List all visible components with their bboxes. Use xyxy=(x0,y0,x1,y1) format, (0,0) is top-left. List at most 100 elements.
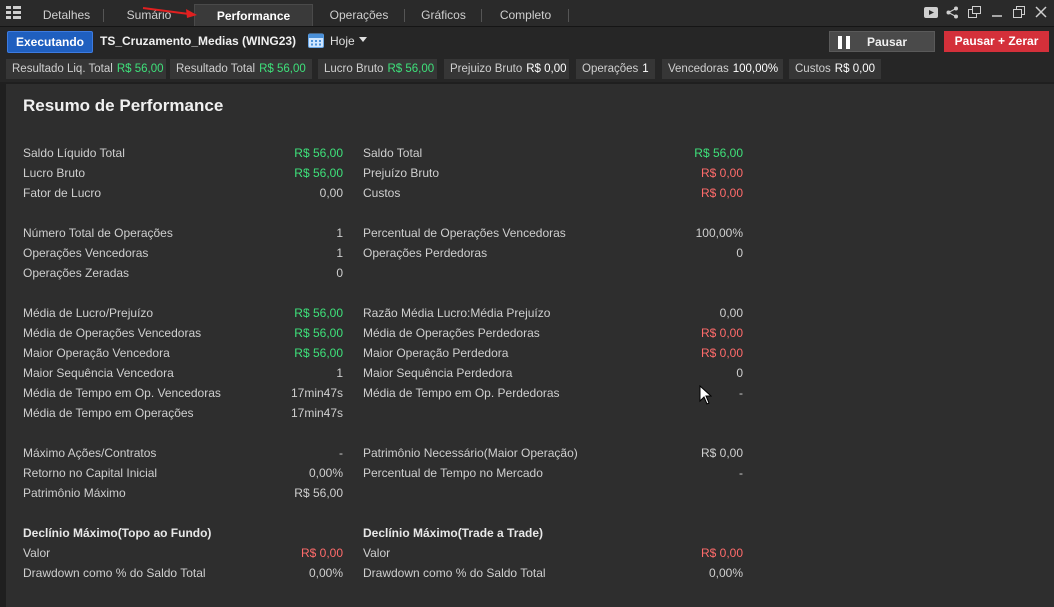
summary-label-right: Média de Operações Perdedoras xyxy=(363,326,540,340)
tab-graficos[interactable]: Gráficos xyxy=(405,4,482,26)
tab-completo[interactable]: Completo xyxy=(482,4,569,26)
stat-resultado-total: Resultado Total R$ 56,00 xyxy=(170,59,312,79)
summary-label-left: Número Total de Operações xyxy=(23,226,173,240)
summary-value-left: 1 xyxy=(336,366,343,380)
summary-label-right: Razão Média Lucro:Média Prejuízo xyxy=(363,306,551,320)
summary-row: Maior Operação Vencedora R$ 56,00 Maior Op… xyxy=(0,346,1054,362)
calendar-icon[interactable] xyxy=(308,32,324,48)
stat-label: Operações xyxy=(582,63,639,75)
tab-performance[interactable]: Performance xyxy=(194,4,313,26)
summary-label-left: Lucro Bruto xyxy=(23,166,86,180)
summary-value-left: R$ 56,00 xyxy=(294,486,343,500)
summary-value-left: 1 xyxy=(336,226,343,240)
summary-row: Saldo Líquido Total R$ 56,00 Saldo Total R$… xyxy=(0,146,1054,162)
summary-value-left: R$ 56,00 xyxy=(294,146,343,160)
summary-value-right: - xyxy=(739,466,743,480)
status-button[interactable]: Executando xyxy=(7,31,93,53)
youtube-icon[interactable] xyxy=(923,5,938,19)
tab-operacoes[interactable]: Operações xyxy=(313,4,405,26)
popout-icon[interactable] xyxy=(967,5,982,19)
tab-label: Detalhes xyxy=(42,8,91,22)
stat-label: Resultado Total xyxy=(176,63,256,75)
strategy-name: TS_Cruzamento_Medias (WING23) xyxy=(100,34,297,48)
summary-label-left: Fator de Lucro xyxy=(23,186,102,200)
stat-value: R$ 0,00 xyxy=(526,63,567,75)
stat-prejuizo-bruto: Prejuizo Bruto R$ 0,00 xyxy=(444,59,569,79)
summary-row: Fator de Lucro 0,00 Custos R$ 0,00 xyxy=(0,186,1054,202)
stat-value: R$ 56,00 xyxy=(259,63,306,75)
summary-label-right: Maior Sequência Perdedora xyxy=(363,366,513,380)
restore-icon[interactable] xyxy=(1011,5,1026,19)
stat-resultado-liq-total: Resultado Liq. Total R$ 56,00 xyxy=(6,59,166,79)
summary-value-left: 17min47s xyxy=(290,406,343,420)
stat-label: Lucro Bruto xyxy=(324,63,384,75)
summary-value-right: - xyxy=(739,386,743,400)
summary-value-left: 17min47s xyxy=(290,386,343,400)
stat-label: Resultado Liq. Total xyxy=(12,63,113,75)
summary-value-left: R$ 0,00 xyxy=(300,546,343,560)
tabs: Detalhes Sumário Performance Operações G… xyxy=(29,4,569,26)
minimize-icon[interactable] xyxy=(989,5,1004,19)
summary-row: Operações Zeradas 0 xyxy=(0,266,1054,282)
summary-value-right: 0 xyxy=(736,366,743,380)
date-selector[interactable]: Hoje xyxy=(330,34,355,48)
summary-label-right: Prejuízo Bruto xyxy=(363,166,440,180)
summary-label-left: Declínio Máximo(Topo ao Fundo) xyxy=(23,526,212,540)
summary-label-right: Maior Operação Perdedora xyxy=(363,346,509,360)
summary-row: Lucro Bruto R$ 56,00 Prejuízo Bruto R$ 0,00 xyxy=(0,166,1054,182)
chevron-down-icon[interactable] xyxy=(359,37,367,42)
menu-icon[interactable] xyxy=(6,6,21,20)
stat-value: R$ 56,00 xyxy=(387,63,435,75)
summary-label-left: Maior Sequência Vencedora xyxy=(23,366,174,380)
page-title: Resumo de Performance xyxy=(23,96,224,115)
summary-value-left: 0 xyxy=(336,266,343,280)
summary-value-right: 100,00% xyxy=(695,226,743,240)
pause-zero-button[interactable]: Pausar + Zerar xyxy=(944,31,1049,52)
close-icon[interactable] xyxy=(1033,5,1048,19)
summary-value-left: 0,00% xyxy=(308,566,343,580)
tab-label: Performance xyxy=(216,9,291,23)
summary-label-right: Valor xyxy=(363,546,391,560)
summary-row: Média de Lucro/Prejuízo R$ 56,00 Razão Méd… xyxy=(0,306,1054,322)
summary-label-left: Patrimônio Máximo xyxy=(23,486,126,500)
tab-label: Gráficos xyxy=(421,8,466,22)
share-icon[interactable] xyxy=(945,5,960,19)
tab-detalhes[interactable]: Detalhes xyxy=(29,4,104,26)
summary-label-left: Valor xyxy=(23,546,51,560)
summary-label-left: Maior Operação Vencedora xyxy=(23,346,170,360)
pause-button[interactable]: Pausar xyxy=(829,31,935,52)
summary-label-right: Operações Perdedoras xyxy=(363,246,488,260)
summary-row: Drawdown como % do Saldo Total 0,00% Drawd… xyxy=(0,566,1054,582)
pause-label: Pausar xyxy=(867,35,908,49)
summary-value-right: 0 xyxy=(736,246,743,260)
summary-row: Número Total de Operações 1 Percentual de … xyxy=(0,226,1054,242)
summary-row: Operações Vencedoras 1 Operações Perdedora… xyxy=(0,246,1054,262)
tab-label: Operações xyxy=(329,8,389,22)
summary-label-left: Drawdown como % do Saldo Total xyxy=(23,566,206,580)
summary-value-left: R$ 56,00 xyxy=(294,166,343,180)
summary-value-left: - xyxy=(339,446,343,460)
summary-label-left: Máximo Ações/Contratos xyxy=(23,446,157,460)
summary-label-left: Saldo Líquido Total xyxy=(23,146,125,160)
stat-lucro-bruto: Lucro Bruto R$ 56,00 xyxy=(318,59,437,79)
summary-label-left: Retorno no Capital Inicial xyxy=(23,466,158,480)
toolbar: Executando TS_Cruzamento_Medias (WING23)… xyxy=(0,27,1054,57)
stat-label: Prejuizo Bruto xyxy=(450,63,523,75)
summary-value-right: R$ 0,00 xyxy=(700,186,743,200)
stat-custos: Custos R$ 0,00 xyxy=(789,59,881,79)
summary-row: Média de Tempo em Op. Vencedoras 17min47s… xyxy=(0,386,1054,402)
summary-label-right: Drawdown como % do Saldo Total xyxy=(363,566,546,580)
summary-label-left: Média de Operações Vencedoras xyxy=(23,326,202,340)
tab-bar: Detalhes Sumário Performance Operações G… xyxy=(0,0,1054,27)
summary-label-left: Operações Zeradas xyxy=(23,266,130,280)
summary-row: Maior Sequência Vencedora 1 Maior Sequênci… xyxy=(0,366,1054,382)
stat-value: 100,00% xyxy=(732,63,779,75)
summary-label-left: Operações Vencedoras xyxy=(23,246,149,260)
summary-value-right: R$ 0,00 xyxy=(700,546,743,560)
stat-value: R$ 56,00 xyxy=(116,63,164,75)
stat-label: Custos xyxy=(795,63,831,75)
summary-row: Retorno no Capital Inicial 0,00% Percentua… xyxy=(0,466,1054,482)
summary-label-left: Média de Lucro/Prejuízo xyxy=(23,306,154,320)
summary-value-left: R$ 56,00 xyxy=(294,346,343,360)
summary-label-right: Percentual de Operações Vencedoras xyxy=(363,226,566,240)
